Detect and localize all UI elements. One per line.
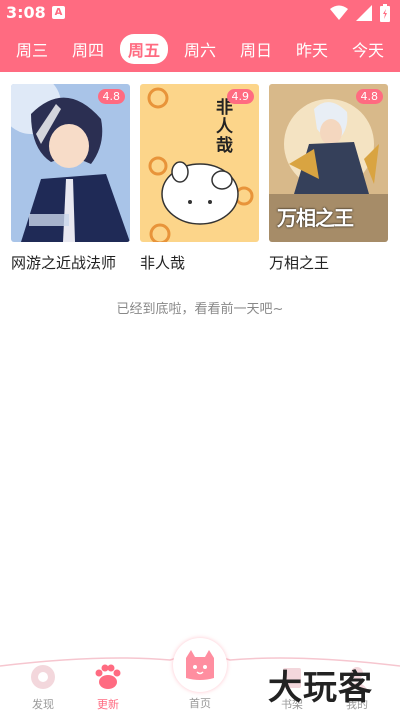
cover-anime-swordsman-icon (11, 84, 130, 242)
comic-card[interactable]: 4.8 网游之近战法师 (11, 84, 130, 273)
nav-update-label: 更新 (97, 698, 119, 711)
tab-saturday[interactable]: 周六 (176, 34, 224, 64)
battery-icon (380, 4, 390, 22)
rating-badge: 4.8 (97, 89, 125, 104)
status-icons (330, 4, 390, 22)
nav-update[interactable]: 更新 (78, 664, 138, 711)
paw-icon (95, 664, 121, 689)
rating-badge: 4.9 (226, 89, 254, 104)
notification-icon: A (52, 6, 65, 19)
comic-cover[interactable]: 4.8 (11, 84, 130, 242)
tab-today[interactable]: 今天 (344, 34, 392, 64)
wifi-icon (330, 5, 348, 20)
comic-card[interactable]: 非人哉 4.9 非人哉 (140, 84, 259, 273)
comic-cover[interactable]: 万相之王 4.8 (269, 84, 388, 242)
comic-title: 万相之王 (269, 254, 330, 272)
comic-cover[interactable]: 非人哉 4.9 (140, 84, 259, 242)
day-tabs: 周三 周四 周五 周六 周日 昨天 今天 (0, 26, 400, 72)
tab-sunday[interactable]: 周日 (232, 34, 280, 64)
status-bar: 3:08 A (0, 0, 400, 26)
comic-title: 非人哉 (140, 254, 186, 272)
nav-home[interactable] (173, 638, 227, 692)
comic-grid: 4.8 网游之近战法师 非人哉 4.9 非人哉 万相之王 4.8 万相之王 (11, 84, 391, 273)
cover-text: 非人哉 (212, 98, 232, 155)
tab-friday[interactable]: 周五 (119, 34, 168, 64)
rating-badge: 4.8 (355, 89, 383, 104)
tab-wednesday[interactable]: 周三 (8, 34, 56, 64)
cat-home-icon (186, 650, 214, 680)
cover-text: 万相之王 (277, 206, 354, 230)
tab-thursday[interactable]: 周四 (64, 34, 112, 64)
nav-discover[interactable]: 发现 (13, 664, 73, 711)
discover-icon (31, 665, 55, 689)
comic-card[interactable]: 万相之王 4.8 万相之王 (269, 84, 388, 273)
comic-title: 网游之近战法师 (11, 254, 117, 272)
status-time: 3:08 (6, 3, 46, 22)
end-of-list-message: 已经到底啦，看看前一天吧~ (116, 302, 284, 317)
signal-icon (356, 5, 372, 21)
cover-feirenzai-icon (140, 84, 259, 242)
nav-home-label: 首页 (189, 697, 211, 710)
watermark: 大玩客 (268, 668, 373, 708)
tab-yesterday[interactable]: 昨天 (288, 34, 336, 64)
nav-discover-label: 发现 (32, 698, 54, 711)
